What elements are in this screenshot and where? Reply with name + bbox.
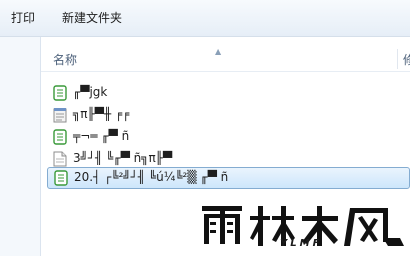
column-header-date[interactable]: 修 — [403, 51, 410, 68]
column-divider[interactable] — [397, 49, 398, 69]
column-header-name[interactable]: 名称 — [53, 51, 77, 68]
file-row[interactable]: ╗π╟▀╫ ╒╒ 2 — [47, 104, 410, 126]
watermark-subtext: YLMF — [280, 238, 323, 249]
print-button[interactable]: 打印 — [9, 9, 37, 27]
file-name: ╗π╟▀╫ ╒╒ — [73, 107, 130, 121]
column-header-row: 名称 ▲ 修 — [41, 47, 410, 72]
notepad-icon — [53, 108, 67, 123]
file-row[interactable]: ╓▀jgk 2 — [47, 82, 410, 104]
text-document-green-icon — [53, 85, 67, 101]
navigation-pane[interactable] — [0, 37, 41, 256]
text-document-green-icon — [54, 170, 68, 186]
file-name: ╤¬═ ╓▀ ñ — [73, 129, 130, 143]
text-document-green-icon — [53, 129, 67, 145]
new-folder-button[interactable]: 新建文件夹 — [60, 9, 124, 27]
file-name: 20.┤ ┌╚²╝┘╢ ╚ú¼╚²▒ ╓▀ ñ — [74, 170, 229, 184]
file-row-selected[interactable]: 20.┤ ┌╚²╝┘╢ ╚ú¼╚²▒ ╓▀ ñ 2 — [47, 167, 410, 189]
command-bar: 打印 新建文件夹 — [0, 0, 410, 37]
blank-document-icon — [53, 151, 67, 167]
file-row[interactable]: ╤¬═ ╓▀ ñ 2 — [47, 126, 410, 148]
sort-ascending-icon: ▲ — [215, 47, 222, 56]
file-name: 3╝┘╢ ╚╓▀ ñ╗π╟▀ — [73, 151, 173, 165]
file-name: ╓▀jgk — [73, 85, 108, 99]
